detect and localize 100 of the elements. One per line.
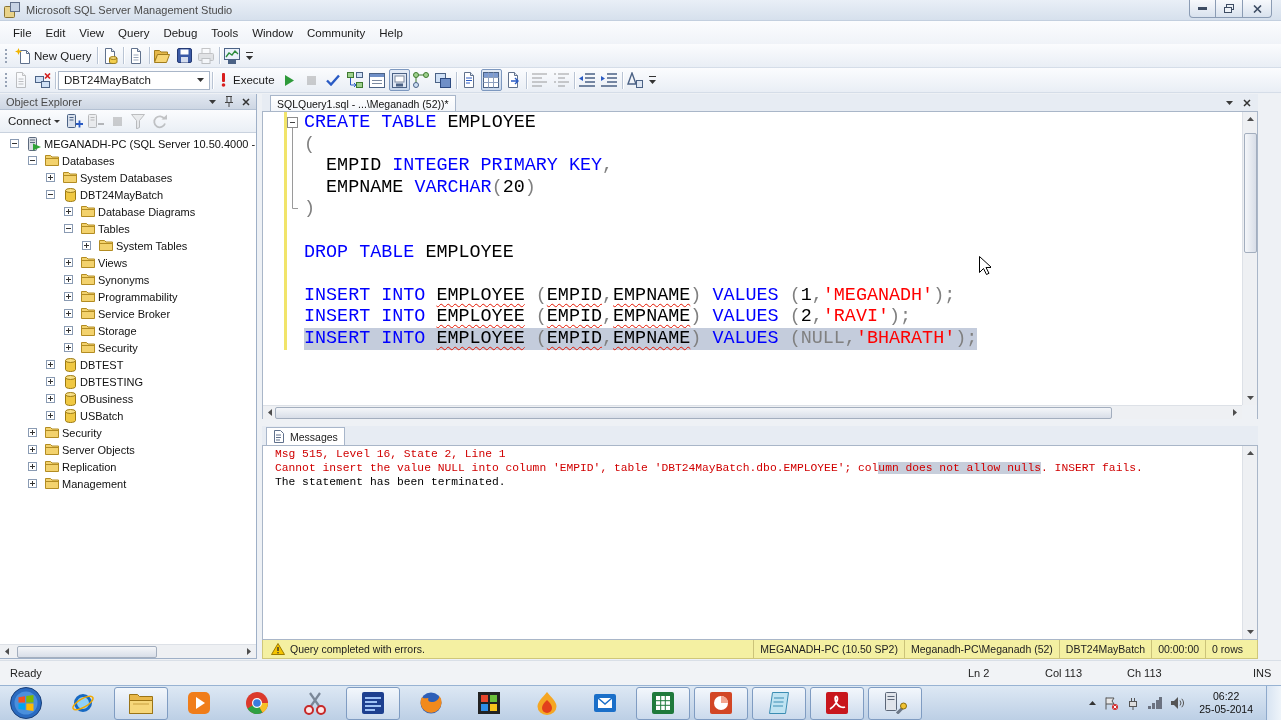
- toolbar-grip-icon[interactable]: [4, 72, 8, 88]
- tree-item-label[interactable]: Management: [62, 477, 127, 490]
- overflow-chevron-icon[interactable]: [245, 50, 253, 61]
- scroll-up-arrow-icon[interactable]: [1246, 117, 1254, 121]
- close-button[interactable]: [1243, 0, 1272, 18]
- pin-icon[interactable]: [225, 96, 233, 107]
- scroll-down-arrow-icon[interactable]: [1246, 396, 1254, 400]
- outline-collapse-icon[interactable]: [287, 117, 299, 209]
- tree-item-label[interactable]: Database Diagrams: [98, 205, 196, 218]
- scroll-up-arrow-icon[interactable]: [1246, 451, 1254, 455]
- taskbar-button[interactable]: [810, 686, 864, 720]
- signal-bars-icon[interactable]: [1148, 697, 1163, 709]
- scroll-left-arrow-icon[interactable]: [5, 648, 9, 655]
- overflow-chevron-icon[interactable]: [648, 75, 656, 85]
- menu-item[interactable]: Debug: [156, 24, 205, 41]
- vertical-scrollbar[interactable]: [1242, 446, 1257, 639]
- speaker-icon[interactable]: [1171, 697, 1185, 709]
- scroll-left-arrow-icon[interactable]: [268, 409, 272, 416]
- chevron-up-icon[interactable]: [1089, 701, 1097, 705]
- tree-item-label[interactable]: DBTESTING: [80, 375, 143, 388]
- tree-item-label[interactable]: Service Broker: [98, 307, 171, 320]
- expand-toggle-icon[interactable]: [28, 428, 37, 437]
- clock[interactable]: 06:22 25-05-2014: [1199, 690, 1253, 716]
- tree-item-label[interactable]: Synonyms: [98, 273, 150, 286]
- execute-button[interactable]: Execute: [215, 69, 279, 91]
- status-field: 00:00:00: [1151, 640, 1206, 658]
- expand-toggle-icon[interactable]: [64, 326, 73, 335]
- collapse-toggle-icon[interactable]: [46, 190, 55, 199]
- scroll-down-arrow-icon[interactable]: [1246, 630, 1254, 634]
- scrollbar-thumb[interactable]: [275, 406, 1112, 419]
- tree-item-label[interactable]: Security: [98, 341, 138, 354]
- menu-item[interactable]: Community: [300, 24, 373, 41]
- expand-toggle-icon[interactable]: [46, 394, 55, 403]
- plug-icon[interactable]: [1127, 696, 1140, 710]
- exclamation-icon: [221, 73, 226, 87]
- expand-toggle-icon[interactable]: [64, 343, 73, 352]
- scroll-right-arrow-icon[interactable]: [1233, 409, 1237, 416]
- caret-icon[interactable]: [53, 119, 60, 123]
- tree-item-label[interactable]: Tables: [98, 222, 130, 235]
- tree-item-label[interactable]: OBusiness: [80, 392, 134, 405]
- collapse-toggle-icon[interactable]: [10, 139, 19, 148]
- new-query-button[interactable]: New Query: [12, 44, 95, 67]
- expand-toggle-icon[interactable]: [64, 292, 73, 301]
- vertical-scrollbar[interactable]: [1242, 112, 1257, 405]
- expand-toggle-icon[interactable]: [46, 173, 55, 182]
- tree-item-label[interactable]: USBatch: [80, 409, 124, 422]
- menu-item[interactable]: File: [6, 24, 39, 41]
- results-tab[interactable]: Messages: [266, 427, 345, 445]
- expand-toggle-icon[interactable]: [64, 309, 73, 318]
- tree-item-label[interactable]: DBT24MayBatch: [80, 188, 164, 201]
- database-dropdown[interactable]: DBT24MayBatch: [58, 70, 210, 90]
- menu-item[interactable]: View: [72, 24, 112, 41]
- tree-item-label[interactable]: Server Objects: [62, 443, 135, 456]
- menu-item[interactable]: Tools: [204, 24, 246, 41]
- tree-item-label[interactable]: MEGANADH-PC (SQL Server 10.50.4000 -: [44, 137, 256, 150]
- start-orb-icon[interactable]: [10, 687, 42, 719]
- scroll-right-arrow-icon[interactable]: [247, 648, 251, 655]
- expand-toggle-icon[interactable]: [46, 377, 55, 386]
- document-tab[interactable]: SQLQuery1.sql - ...\Meganadh (52))*: [270, 95, 456, 111]
- expand-toggle-icon[interactable]: [64, 207, 73, 216]
- tree-item-label[interactable]: Databases: [62, 154, 115, 167]
- expand-toggle-icon[interactable]: [28, 445, 37, 454]
- tree-item-label[interactable]: Storage: [98, 324, 137, 337]
- collapse-toggle-icon[interactable]: [64, 224, 73, 233]
- tree-item-label[interactable]: Views: [98, 256, 128, 269]
- expand-toggle-icon[interactable]: [46, 360, 55, 369]
- menu-item[interactable]: Query: [111, 24, 157, 41]
- expand-toggle-icon[interactable]: [64, 258, 73, 267]
- expand-toggle-icon[interactable]: [64, 275, 73, 284]
- folder-icon: [45, 155, 59, 166]
- tree-item-label[interactable]: Programmability: [98, 290, 178, 303]
- restore-button[interactable]: [1216, 0, 1243, 18]
- dropdown-caret-icon[interactable]: [1226, 100, 1233, 105]
- caret-icon[interactable]: [197, 78, 204, 82]
- check-icon[interactable]: [326, 74, 341, 86]
- scrollbar-thumb[interactable]: [17, 645, 157, 658]
- scrollbar-thumb[interactable]: [1243, 133, 1257, 253]
- tree-item-label[interactable]: System Databases: [80, 171, 173, 184]
- menu-item[interactable]: Help: [372, 24, 410, 41]
- expand-toggle-icon[interactable]: [46, 411, 55, 420]
- play-icon[interactable]: [284, 74, 294, 86]
- minimize-button[interactable]: [1189, 0, 1216, 18]
- taskbar-button[interactable]: [346, 686, 400, 720]
- close-icon[interactable]: [242, 97, 250, 106]
- flag-cross-icon[interactable]: [1105, 696, 1119, 710]
- tree-item-label[interactable]: System Tables: [116, 239, 188, 252]
- tree-item-label[interactable]: DBTEST: [80, 358, 124, 371]
- horizontal-scrollbar[interactable]: [263, 405, 1242, 419]
- toolbar-grip-icon[interactable]: [4, 47, 8, 64]
- expand-toggle-icon[interactable]: [28, 462, 37, 471]
- tree-item-label[interactable]: Security: [62, 426, 102, 439]
- expand-toggle-icon[interactable]: [28, 479, 37, 488]
- expand-toggle-icon[interactable]: [82, 241, 91, 250]
- collapse-toggle-icon[interactable]: [28, 156, 37, 165]
- close-icon[interactable]: [1243, 98, 1251, 107]
- tree-item-label[interactable]: Replication: [62, 460, 117, 473]
- horizontal-scrollbar[interactable]: [0, 644, 256, 658]
- dropdown-caret-icon[interactable]: [209, 99, 216, 104]
- menu-item[interactable]: Edit: [38, 24, 73, 41]
- menu-item[interactable]: Window: [245, 24, 301, 41]
